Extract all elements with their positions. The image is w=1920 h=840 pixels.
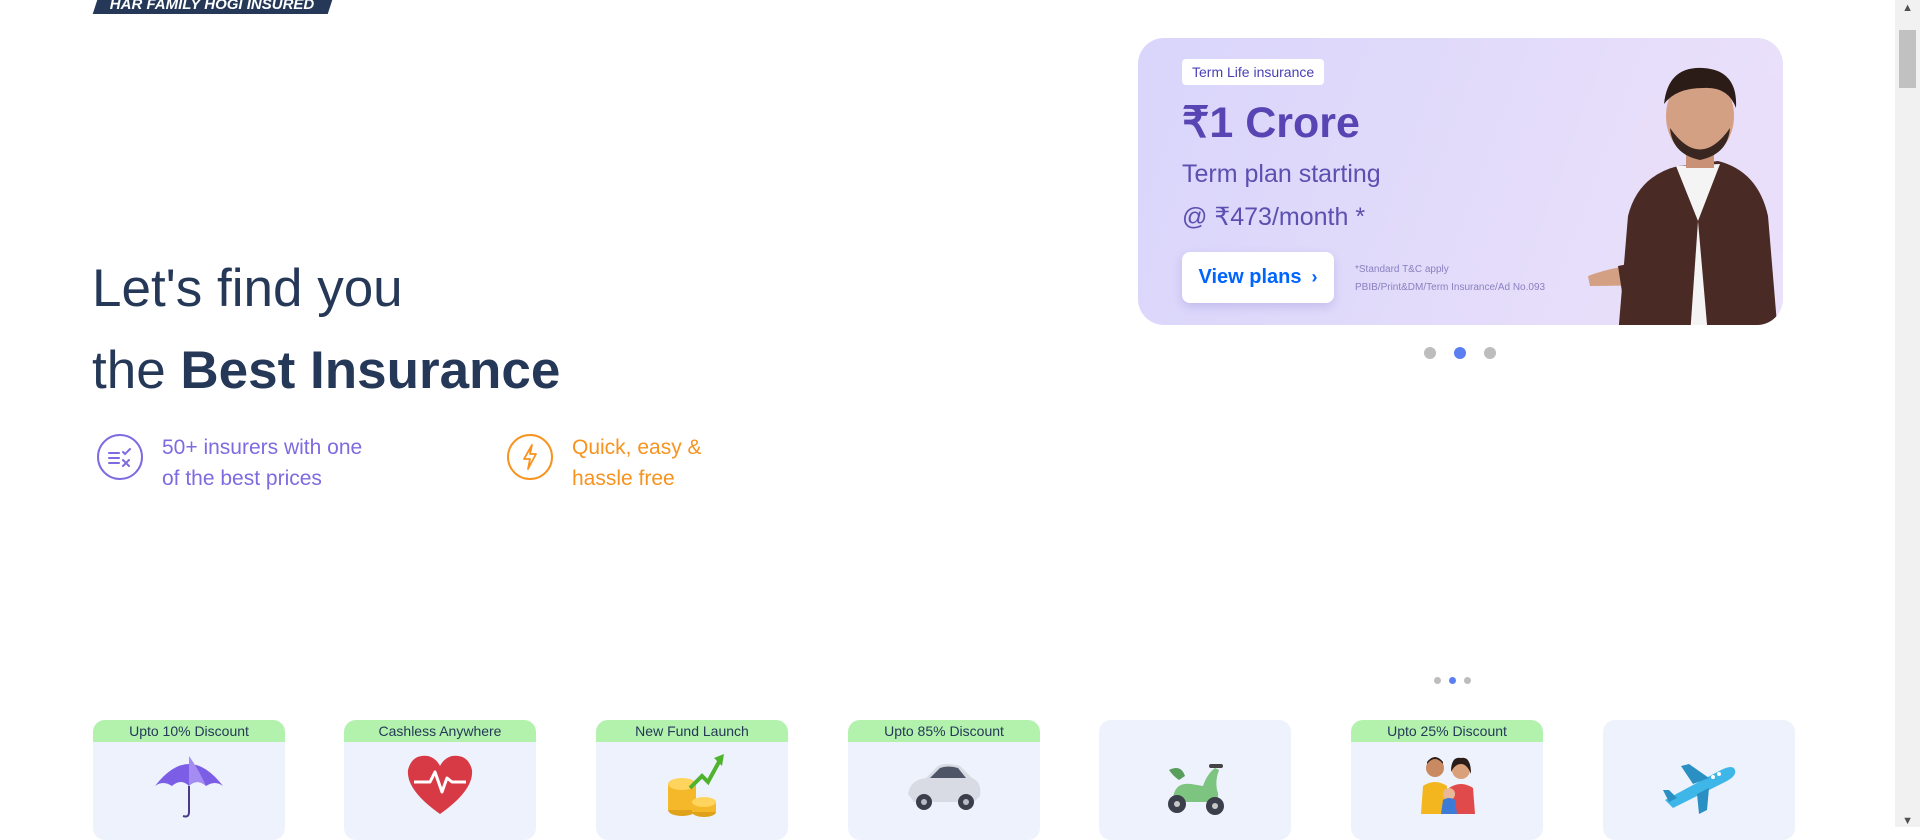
product-card-family-health[interactable]: Upto 25% Discount — [1351, 720, 1543, 840]
view-plans-button[interactable]: View plans › — [1182, 252, 1334, 303]
carousel-dot-1[interactable] — [1424, 347, 1436, 359]
product-badge: Upto 85% Discount — [848, 720, 1040, 742]
coins-growth-icon — [668, 754, 724, 817]
term-insurance-banner[interactable]: Term Life insurance ₹1 Crore Term plan s… — [1138, 38, 1783, 325]
product-badge: Cashless Anywhere — [344, 720, 536, 742]
product-card-two-wheeler[interactable] — [1099, 720, 1291, 840]
feature-quick-text: Quick, easy & hassle free — [572, 436, 702, 490]
feature-quick: Quick, easy & hassle free — [507, 434, 702, 494]
scroll-down-icon[interactable]: ▼ — [1902, 815, 1913, 827]
carousel-dot-3[interactable] — [1484, 347, 1496, 359]
scroll-up-icon[interactable]: ▲ — [1902, 2, 1913, 14]
hero-title-line1: Let's find you — [92, 259, 403, 318]
airplane-icon — [1663, 764, 1736, 814]
mini-dot-2[interactable] — [1449, 677, 1456, 684]
lightning-icon — [507, 434, 553, 480]
product-card-car[interactable]: Upto 85% Discount — [848, 720, 1040, 840]
product-badge: Upto 10% Discount — [93, 720, 285, 742]
brand-tagline-text: HAR FAMILY HOGI INSURED — [109, 0, 315, 13]
banner-price: @ ₹473/month * — [1182, 203, 1366, 231]
product-badge: Upto 25% Discount — [1351, 720, 1543, 742]
product-card-health[interactable]: Cashless Anywhere — [344, 720, 536, 840]
product-badge — [1099, 720, 1291, 742]
ambassador-image — [1588, 66, 1783, 325]
page-scrollbar[interactable]: ▲ ▼ — [1895, 0, 1920, 827]
banner-carousel-dots — [1424, 347, 1514, 359]
banner-amount: ₹1 Crore — [1182, 99, 1360, 147]
product-card-term-life[interactable]: Upto 10% Discount — [93, 720, 285, 840]
mini-carousel-dots — [1434, 677, 1479, 684]
umbrella-icon — [155, 756, 223, 818]
scrollbar-thumb[interactable] — [1899, 30, 1916, 88]
hero-title-bold: Best Insurance — [180, 341, 561, 400]
mini-dot-1[interactable] — [1434, 677, 1441, 684]
product-badge — [1603, 720, 1795, 742]
carousel-dot-2[interactable] — [1454, 347, 1466, 359]
family-icon — [1421, 757, 1475, 814]
banner-tag: Term Life insurance — [1182, 59, 1325, 85]
hero-title: Let's find you the Best Insurance — [92, 248, 560, 412]
banner-subtitle: Term plan starting — [1182, 160, 1381, 188]
scooter-icon — [1168, 764, 1224, 815]
brand-tagline: HAR FAMILY HOGI INSURED — [92, 0, 333, 14]
compare-icon — [97, 434, 143, 480]
product-badge: New Fund Launch — [596, 720, 788, 742]
product-card-investment[interactable]: New Fund Launch — [596, 720, 788, 840]
mini-dot-3[interactable] — [1464, 677, 1471, 684]
heart-pulse-icon — [407, 755, 473, 814]
banner-disclaimer: *Standard T&C apply PBIB/Print&DM/Term I… — [1355, 264, 1546, 293]
feature-insurers-text: 50+ insurers with one of the best prices — [162, 436, 363, 490]
feature-insurers: 50+ insurers with one of the best prices — [97, 434, 362, 494]
hero-title-line2: the Best Insurance — [92, 341, 561, 400]
product-card-travel[interactable] — [1603, 720, 1795, 840]
chevron-right-icon: › — [1311, 267, 1318, 287]
car-icon — [908, 764, 981, 810]
